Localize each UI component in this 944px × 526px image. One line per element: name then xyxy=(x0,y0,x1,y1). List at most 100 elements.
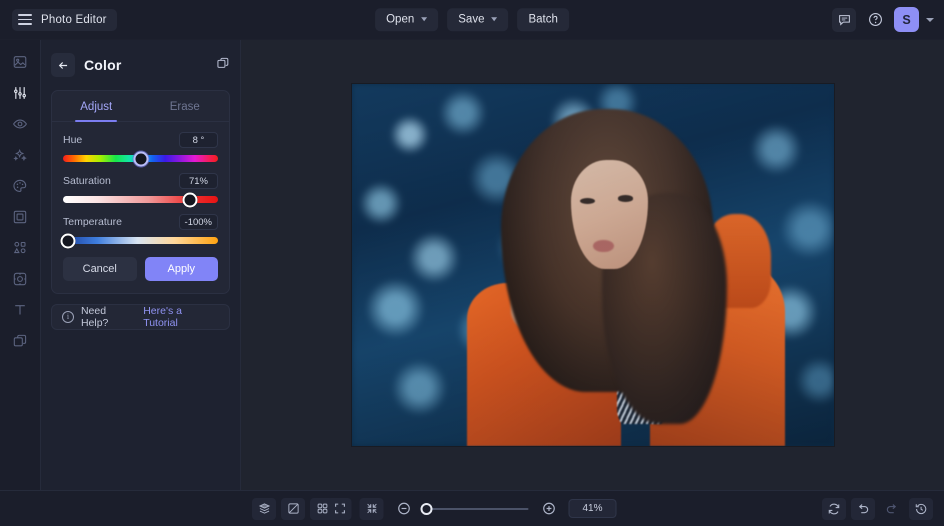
expand-icon xyxy=(334,503,345,514)
zoom-level-value[interactable]: 41% xyxy=(568,499,617,518)
tool-rail xyxy=(0,40,41,490)
zoom-slider-track[interactable] xyxy=(420,502,529,515)
rail-item-focus[interactable] xyxy=(5,266,35,292)
hue-slider-block: Hue 8 ° xyxy=(52,132,229,166)
help-button[interactable] xyxy=(863,8,887,32)
tab-adjust[interactable]: Adjust xyxy=(52,91,141,121)
account-chevron-down-icon[interactable] xyxy=(926,17,934,22)
refresh-icon xyxy=(828,503,840,514)
layers-button[interactable] xyxy=(252,497,276,520)
bottom-bar: 41% xyxy=(0,490,944,526)
question-circle-icon xyxy=(868,13,882,26)
help-banner[interactable]: i Need Help? Here's a Tutorial xyxy=(51,304,230,330)
hue-row: Hue 8 ° xyxy=(63,132,218,148)
history-controls xyxy=(822,497,933,520)
panel-tabs: Adjust Erase xyxy=(52,91,229,122)
hue-value[interactable]: 8 ° xyxy=(179,132,218,148)
tab-erase[interactable]: Erase xyxy=(141,91,230,121)
duplicate-icon xyxy=(217,57,229,68)
hue-slider-knob[interactable] xyxy=(133,151,148,166)
back-button[interactable] xyxy=(51,53,75,77)
rail-item-color[interactable] xyxy=(5,173,35,199)
zoom-out-button[interactable] xyxy=(392,498,416,520)
cancel-button[interactable]: Cancel xyxy=(63,257,137,281)
eye-icon xyxy=(12,119,28,129)
edited-photo[interactable] xyxy=(351,84,834,446)
adjust-card: Adjust Erase Hue 8 ° Saturation 71% Temp… xyxy=(51,90,230,294)
zoom-in-button[interactable] xyxy=(537,498,561,520)
frame-icon xyxy=(13,210,27,224)
canvas-area[interactable] xyxy=(241,40,944,490)
temperature-slider-track[interactable] xyxy=(60,233,218,248)
arrow-left-icon xyxy=(58,61,67,69)
plus-circle-icon xyxy=(542,502,555,515)
compare-split-icon xyxy=(287,503,299,514)
eye-right xyxy=(617,195,633,202)
app-menu-button[interactable]: Photo Editor xyxy=(12,8,117,31)
batch-button-label: Batch xyxy=(528,12,558,25)
save-button-label: Save xyxy=(458,12,485,25)
layers-stack-icon xyxy=(258,503,270,514)
photo-editor-app: Photo Editor Open Save Batch S Color Adj… xyxy=(0,0,944,526)
info-icon: i xyxy=(62,311,74,323)
undo-icon xyxy=(858,503,869,513)
zoom-slider-knob[interactable] xyxy=(420,502,433,515)
text-icon xyxy=(15,305,25,315)
focus-crop-icon xyxy=(13,272,27,286)
hamburger-icon xyxy=(18,14,32,25)
image-icon xyxy=(13,56,27,68)
avatar[interactable]: S xyxy=(894,7,919,32)
face xyxy=(570,160,648,269)
layers-copy-icon xyxy=(13,334,27,347)
save-button[interactable]: Save xyxy=(447,7,509,32)
saturation-slider-knob[interactable] xyxy=(182,192,198,207)
undo-button[interactable] xyxy=(851,497,875,520)
history-icon xyxy=(915,503,927,514)
temperature-label: Temperature xyxy=(63,216,122,228)
zoom-controls: 41% xyxy=(327,497,617,520)
help-text: Need Help? xyxy=(80,305,109,329)
hue-label: Hue xyxy=(63,134,83,146)
history-button[interactable] xyxy=(909,497,933,520)
chat-bubble-icon xyxy=(838,15,850,26)
fullscreen-button[interactable] xyxy=(327,497,352,520)
fit-screen-button[interactable] xyxy=(359,497,384,520)
chevron-down-icon xyxy=(421,17,428,22)
photo-subject xyxy=(352,84,834,446)
redo-button[interactable] xyxy=(880,498,904,520)
reset-button[interactable] xyxy=(822,497,846,520)
rail-item-elements[interactable] xyxy=(5,235,35,261)
rail-item-image[interactable] xyxy=(5,49,35,75)
saturation-slider-block: Saturation 71% xyxy=(52,173,229,207)
temperature-slider-knob[interactable] xyxy=(60,233,76,248)
saturation-row: Saturation 71% xyxy=(63,173,218,189)
temperature-row: Temperature -100% xyxy=(63,214,218,230)
batch-button[interactable]: Batch xyxy=(517,7,569,32)
rail-item-text[interactable] xyxy=(5,297,35,323)
properties-panel: Color Adjust Erase Hue 8 ° Saturation 71… xyxy=(41,40,241,490)
top-bar-right: S xyxy=(832,7,934,32)
saturation-label: Saturation xyxy=(63,175,111,187)
rail-item-adjust[interactable] xyxy=(5,80,35,106)
feedback-button[interactable] xyxy=(832,7,856,32)
hue-slider-track[interactable] xyxy=(63,151,218,166)
tutorial-link[interactable]: Here's a Tutorial xyxy=(143,305,219,329)
bottom-left-tools xyxy=(252,497,334,520)
app-title: Photo Editor xyxy=(41,13,107,26)
rail-item-retouch[interactable] xyxy=(5,111,35,137)
collapse-icon xyxy=(366,503,377,514)
rail-item-effects[interactable] xyxy=(5,142,35,168)
open-button[interactable]: Open xyxy=(375,7,439,32)
redo-icon xyxy=(886,503,897,513)
file-actions: Open Save Batch xyxy=(375,7,569,32)
duplicate-button[interactable] xyxy=(216,56,230,75)
compare-button[interactable] xyxy=(281,497,305,520)
saturation-slider-track[interactable] xyxy=(63,192,218,207)
chevron-down-icon xyxy=(491,17,498,22)
palette-icon xyxy=(13,179,27,192)
saturation-value[interactable]: 71% xyxy=(179,173,218,189)
temperature-value[interactable]: -100% xyxy=(178,214,218,230)
rail-item-layers[interactable] xyxy=(5,328,35,354)
apply-button[interactable]: Apply xyxy=(144,257,218,281)
rail-item-frame[interactable] xyxy=(5,204,35,230)
